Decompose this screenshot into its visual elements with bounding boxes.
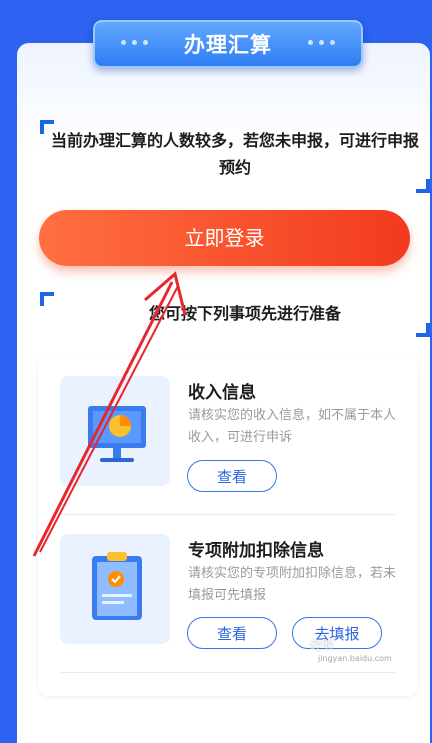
watermark-url: jingyan.baidu.com (318, 654, 392, 663)
annotation-arrow-icon (32, 271, 187, 557)
watermark: 经验 (310, 638, 335, 652)
